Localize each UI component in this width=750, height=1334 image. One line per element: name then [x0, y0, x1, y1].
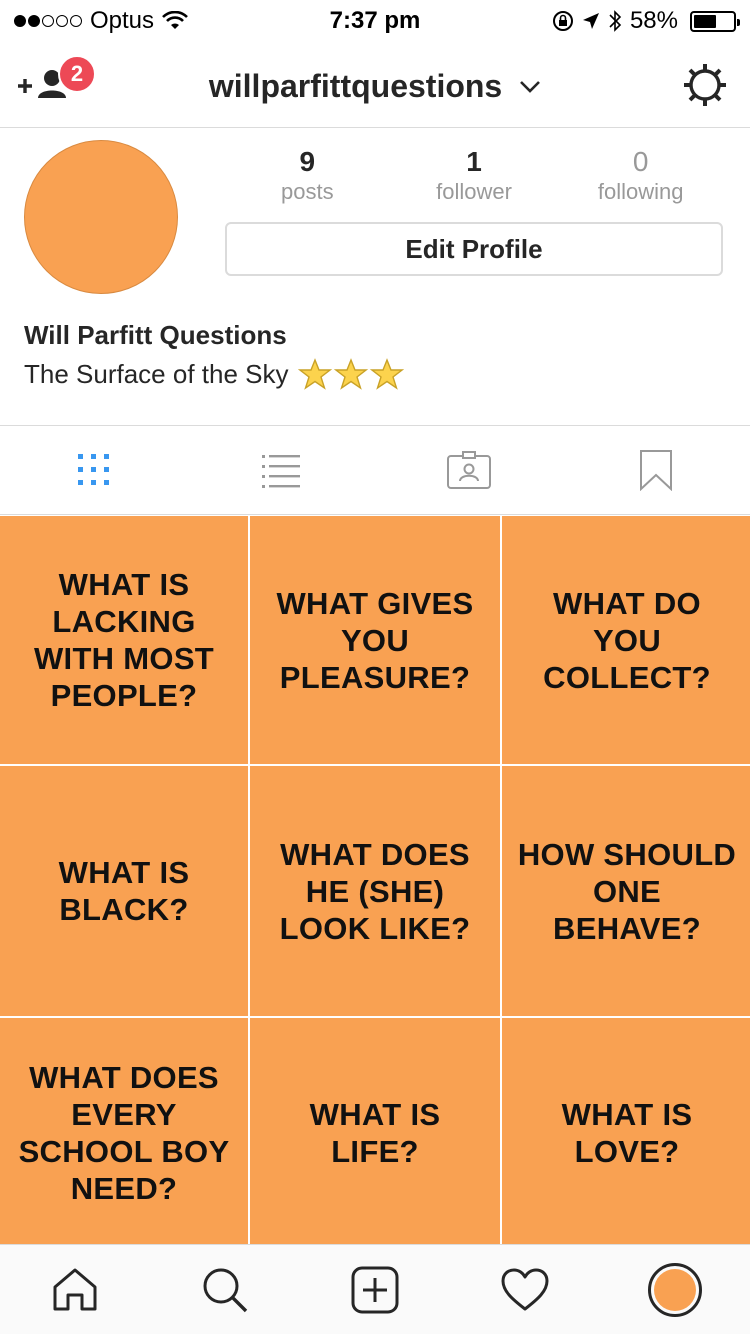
- profile-view-tabs: [0, 425, 750, 515]
- account-switcher[interactable]: willparfittquestions: [0, 66, 750, 105]
- bottom-navigation: [0, 1244, 750, 1334]
- post-tile[interactable]: WHAT IS LIFE?: [250, 1018, 500, 1244]
- stat-following[interactable]: 0 following: [557, 146, 724, 206]
- profile-bio-text: The Surface of the Sky: [24, 358, 289, 389]
- tab-saved[interactable]: [563, 426, 750, 514]
- stat-followers-label: follower: [436, 179, 512, 204]
- username: willparfittquestions: [208, 68, 503, 105]
- profile-bio: The Surface of the Sky: [24, 358, 405, 390]
- bluetooth-icon: [609, 10, 622, 32]
- stat-followers-count: 1: [466, 146, 482, 177]
- post-grid: WHAT IS LACKING WITH MOST PEOPLE? WHAT GI…: [0, 516, 750, 1244]
- star-icon: [370, 358, 405, 390]
- stat-posts[interactable]: 9 posts: [224, 146, 391, 206]
- battery-percent: 58%: [629, 7, 678, 34]
- post-tile-text: HOW SHOULD ONE BEHAVE?: [517, 836, 737, 946]
- stat-following-count: 0: [632, 146, 649, 177]
- grid-view-icon: [77, 454, 109, 485]
- post-tile-text: WHAT GIVES YOU PLEASURE?: [276, 585, 474, 695]
- post-tile-text: WHAT IS LIFE?: [309, 1097, 441, 1169]
- post-tile[interactable]: WHAT DOES EVERY SCHOOL BOY NEED?: [0, 1018, 248, 1244]
- heart-icon: [501, 1268, 549, 1310]
- tagged-person-icon: [446, 451, 491, 489]
- edit-profile-button[interactable]: Edit Profile: [225, 222, 723, 276]
- post-tile[interactable]: WHAT DO YOU COLLECT?: [502, 516, 750, 764]
- post-tile-text: WHAT IS BLACK?: [58, 855, 190, 927]
- profile-stats: 9 posts 1 follower 0 following: [224, 146, 724, 206]
- tab-tagged[interactable]: [375, 426, 563, 514]
- home-icon: [53, 1268, 97, 1310]
- nav-profile[interactable]: [600, 1245, 750, 1334]
- post-tile-text: WHAT DOES HE (SHE) LOOK LIKE?: [279, 836, 471, 946]
- bio-stars: [298, 358, 405, 390]
- post-tile-text: WHAT IS LACKING WITH MOST PEOPLE?: [33, 567, 215, 713]
- post-tile[interactable]: WHAT GIVES YOU PLEASURE?: [250, 516, 500, 764]
- location-arrow-icon: [582, 13, 599, 29]
- stat-posts-count: 9: [299, 146, 316, 177]
- search-icon: [203, 1268, 248, 1312]
- add-post-icon: [351, 1266, 399, 1313]
- star-icon: [298, 358, 333, 390]
- post-tile[interactable]: WHAT DOES HE (SHE) LOOK LIKE?: [250, 766, 500, 1016]
- post-tile[interactable]: WHAT IS BLACK?: [0, 766, 248, 1016]
- stat-following-label: following: [597, 179, 684, 204]
- nav-activity[interactable]: [450, 1245, 600, 1334]
- profile-header: 2 willparfittquestions: [0, 40, 750, 128]
- tab-grid-view[interactable]: [0, 426, 188, 514]
- stat-followers[interactable]: 1 follower: [391, 146, 558, 206]
- nav-search[interactable]: [150, 1245, 300, 1334]
- post-tile[interactable]: WHAT IS LACKING WITH MOST PEOPLE?: [0, 516, 248, 764]
- stat-posts-label: posts: [281, 179, 334, 204]
- post-tile[interactable]: HOW SHOULD ONE BEHAVE?: [502, 766, 750, 1016]
- profile-full-name: Will Parfitt Questions: [24, 320, 287, 350]
- post-tile-text: WHAT DOES EVERY SCHOOL BOY NEED?: [18, 1060, 230, 1206]
- list-view-icon: [262, 455, 301, 488]
- post-tile-text: WHAT DO YOU COLLECT?: [543, 585, 711, 695]
- tab-list-view[interactable]: [188, 426, 376, 514]
- profile-avatar[interactable]: [24, 140, 178, 294]
- post-tile[interactable]: WHAT IS LOVE?: [502, 1018, 750, 1244]
- settings-gear-icon[interactable]: [682, 62, 728, 108]
- nav-new-post[interactable]: [300, 1245, 450, 1334]
- rotation-lock-icon: [552, 11, 573, 31]
- star-icon: [334, 358, 369, 390]
- profile-tab-avatar: [648, 1262, 702, 1317]
- nav-home[interactable]: [0, 1245, 150, 1334]
- chevron-down-icon: [520, 80, 541, 93]
- status-bar: Optus 7:37 pm 58%: [0, 0, 750, 40]
- post-tile-text: WHAT IS LOVE?: [561, 1097, 693, 1169]
- bookmark-icon: [640, 450, 673, 491]
- battery-icon: [690, 10, 740, 32]
